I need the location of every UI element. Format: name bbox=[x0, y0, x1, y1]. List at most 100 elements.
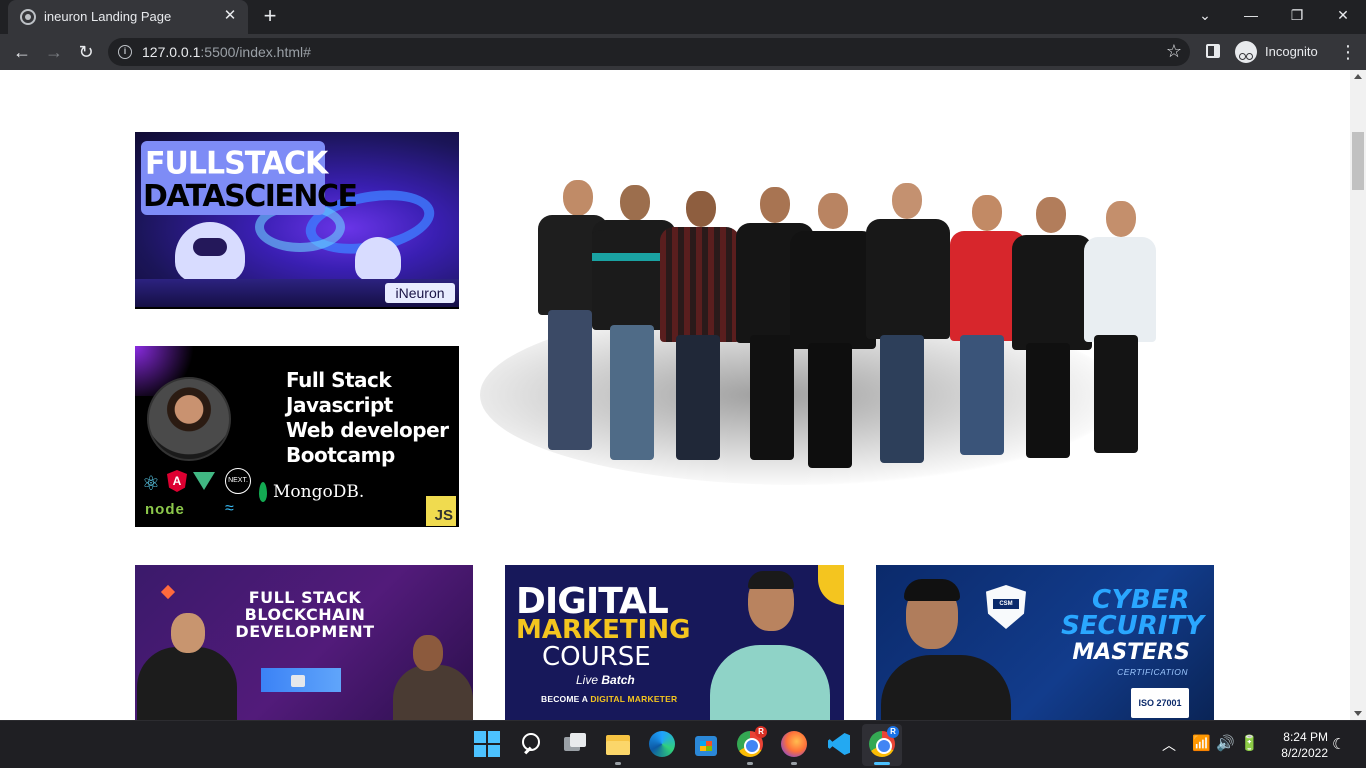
moon-icon[interactable]: ☾ bbox=[1332, 735, 1345, 753]
card-title-line: Javascript bbox=[286, 393, 393, 417]
address-bar[interactable]: i 127.0.0.1:5500/index.html# ☆ bbox=[108, 38, 1190, 66]
tab-active[interactable]: ineuron Landing Page ✕ bbox=[8, 0, 248, 34]
person-head bbox=[686, 191, 716, 227]
person-torso bbox=[790, 231, 876, 349]
lock-icon bbox=[291, 675, 305, 687]
scroll-down-arrow-icon[interactable] bbox=[1354, 711, 1362, 716]
back-arrow-icon[interactable]: ← bbox=[8, 38, 36, 66]
clock-date: 8/2/2022 bbox=[1281, 746, 1328, 760]
kebab-menu-icon[interactable]: ⋮ bbox=[1336, 40, 1360, 64]
person-legs bbox=[676, 335, 720, 460]
file-explorer-icon[interactable] bbox=[605, 731, 631, 757]
person-head bbox=[892, 183, 922, 219]
close-window-button[interactable]: ✕ bbox=[1320, 0, 1366, 32]
tailwind-icon: ≈ bbox=[225, 500, 234, 517]
digital-marketing-card[interactable]: DIGITAL MARKETING COURSE Live Batch BECO… bbox=[505, 565, 844, 720]
live-batch-label: Live Batch bbox=[576, 673, 635, 687]
microsoft-store-icon[interactable] bbox=[693, 731, 719, 757]
wifi-icon[interactable]: 📶 bbox=[1192, 734, 1211, 752]
card-title-line: Web developer bbox=[286, 418, 449, 442]
fullstack-datascience-card[interactable]: FULLSTACK DATASCIENCE iNeuron bbox=[135, 132, 459, 309]
volume-icon[interactable]: 🔊 bbox=[1216, 734, 1235, 752]
page-viewport: FULLSTACK DATASCIENCE iNeuron Full Stack… bbox=[0, 70, 1350, 720]
active-indicator bbox=[874, 762, 890, 765]
tab-title: ineuron Landing Page bbox=[44, 9, 172, 24]
site-info-icon[interactable]: i bbox=[118, 45, 132, 59]
new-tab-button[interactable]: + bbox=[258, 5, 282, 29]
incognito-profile-button[interactable]: Incognito bbox=[1232, 38, 1326, 66]
clock-time: 8:24 PM bbox=[1283, 730, 1328, 744]
reload-icon[interactable]: ↻ bbox=[72, 38, 100, 66]
card-title-line2: MARKETING bbox=[516, 615, 691, 645]
restore-button[interactable]: ❐ bbox=[1274, 0, 1320, 32]
profile-badge: R bbox=[887, 726, 899, 738]
person-legs bbox=[1094, 335, 1138, 453]
person-head bbox=[620, 185, 650, 221]
mongodb-leaf-icon bbox=[259, 482, 267, 502]
chrome-icon[interactable]: R bbox=[737, 726, 767, 757]
start-menu-icon[interactable] bbox=[474, 731, 500, 757]
search-icon[interactable] bbox=[519, 731, 545, 757]
instructor-figure bbox=[393, 665, 473, 720]
person-legs bbox=[808, 343, 852, 468]
person-head bbox=[1036, 197, 1066, 233]
tab-close-button[interactable]: ✕ bbox=[220, 6, 240, 26]
ineuron-logo: iNeuron bbox=[385, 283, 455, 303]
battery-icon[interactable]: 🔋 bbox=[1240, 734, 1259, 752]
chevron-up-icon[interactable]: ︿ bbox=[1162, 735, 1176, 755]
card-title-line2: DATASCIENCE bbox=[143, 179, 358, 214]
tab-search-button[interactable]: ⌄ bbox=[1182, 0, 1228, 32]
firefox-icon[interactable] bbox=[781, 731, 807, 757]
decorative-diamond bbox=[160, 584, 176, 600]
javascript-bootcamp-card[interactable]: Full Stack Javascript Web developer Boot… bbox=[135, 346, 459, 527]
browser-toolbar: ← → ↻ i 127.0.0.1:5500/index.html# ☆ Inc… bbox=[0, 34, 1366, 70]
person-legs bbox=[750, 335, 794, 460]
person-legs bbox=[548, 310, 592, 450]
person-legs bbox=[880, 335, 924, 463]
instructor-avatar bbox=[147, 377, 231, 461]
card-title-line3: COURSE bbox=[542, 642, 651, 672]
instructor-figure bbox=[881, 655, 1011, 720]
card-title: Full Stack Javascript Web developer Boot… bbox=[286, 368, 449, 468]
incognito-icon bbox=[1235, 41, 1257, 63]
person-torso bbox=[660, 227, 740, 342]
vertical-scrollbar[interactable] bbox=[1350, 70, 1366, 720]
iso-badge: ISO 27001 bbox=[1131, 688, 1189, 718]
incognito-label: Incognito bbox=[1265, 44, 1318, 59]
card-title-line3: MASTERS bbox=[1072, 640, 1190, 665]
globe-icon bbox=[20, 9, 36, 25]
blockchain-card[interactable]: FULL STACK BLOCKCHAIN DEVELOPMENT bbox=[135, 565, 473, 720]
running-indicator bbox=[615, 762, 621, 765]
chrome-incognito-icon[interactable]: R bbox=[869, 726, 899, 757]
running-indicator bbox=[747, 762, 753, 765]
person-head bbox=[1106, 201, 1136, 237]
person-torso bbox=[866, 219, 950, 339]
mongodb-logo: MongoDB. bbox=[273, 482, 365, 502]
nextjs-icon: NEXT. bbox=[225, 468, 251, 494]
minimize-button[interactable]: — bbox=[1228, 0, 1274, 32]
card-title-line: FULL STACK bbox=[248, 588, 362, 607]
card-title-line1: FULLSTACK bbox=[145, 145, 328, 182]
cyber-security-card[interactable]: CSM CYBER SECURITY MASTERS CERTIFICATION… bbox=[876, 565, 1214, 720]
scroll-up-arrow-icon[interactable] bbox=[1354, 74, 1362, 79]
url-text[interactable]: 127.0.0.1:5500/index.html# bbox=[142, 44, 311, 60]
person-torso bbox=[1012, 235, 1092, 350]
task-view-icon[interactable] bbox=[562, 731, 588, 757]
instructor-hair bbox=[748, 571, 794, 589]
person-head bbox=[760, 187, 790, 223]
edge-browser-icon[interactable] bbox=[649, 731, 675, 757]
forward-arrow-icon[interactable]: → bbox=[40, 38, 68, 66]
robot-illustration bbox=[355, 237, 401, 281]
system-clock[interactable]: 8:24 PM 8/2/2022 bbox=[1268, 729, 1328, 761]
card-title-line: Full Stack bbox=[286, 368, 392, 392]
certification-label: CERTIFICATION bbox=[1117, 667, 1188, 677]
decorative-shape bbox=[818, 565, 844, 605]
bookmark-star-icon[interactable]: ☆ bbox=[1166, 41, 1182, 62]
vscode-icon[interactable] bbox=[825, 731, 851, 757]
running-indicator bbox=[791, 762, 797, 765]
vue-icon bbox=[193, 472, 215, 490]
scroll-thumb[interactable] bbox=[1352, 132, 1364, 190]
windows-taskbar: R R ︿ 📶 🔊 🔋 8:24 PM 8/2/2022 ☾ bbox=[0, 720, 1366, 768]
side-panel-icon[interactable] bbox=[1206, 44, 1220, 58]
person-legs bbox=[610, 325, 654, 460]
